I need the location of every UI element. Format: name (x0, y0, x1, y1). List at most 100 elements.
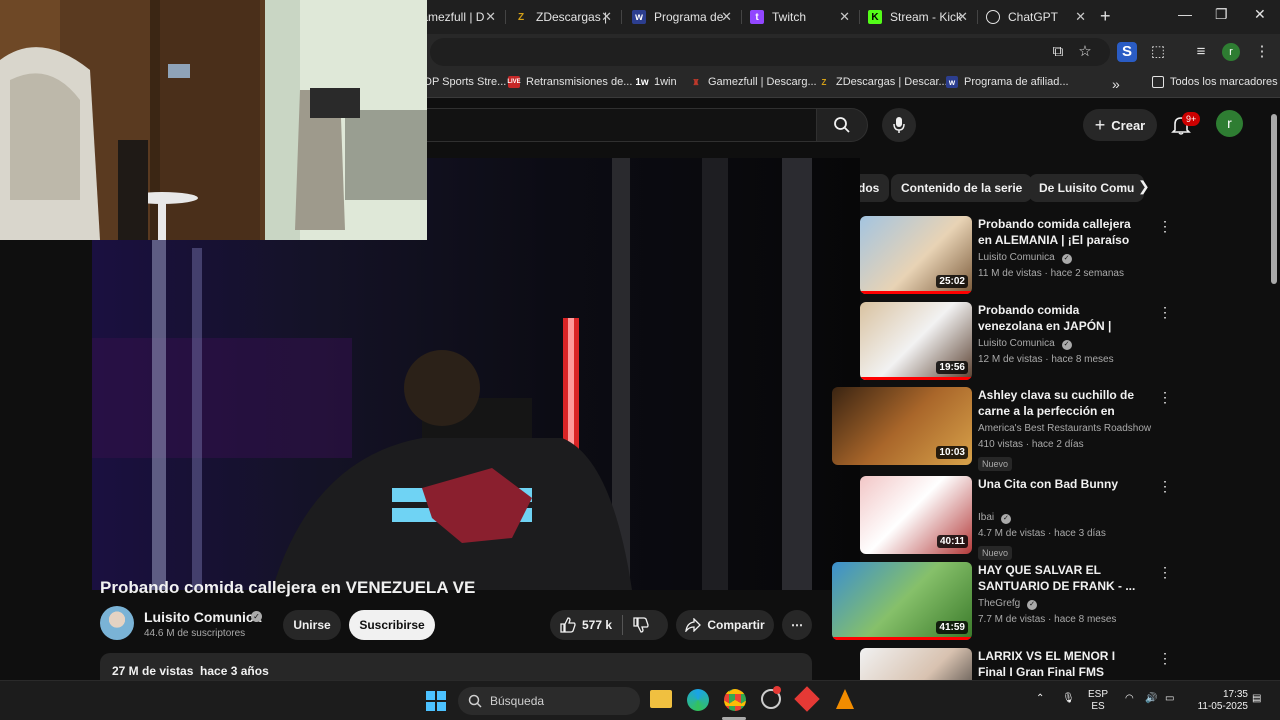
page-scrollbar[interactable] (1268, 98, 1280, 680)
chip-series-content[interactable]: Contenido de la serie (891, 174, 1033, 202)
window-close-button[interactable]: ✕ (1254, 6, 1266, 23)
bookmark-gamezfull[interactable]: ♜ Gamezfull | Descarg... (690, 76, 816, 88)
bookmark-zdescargas[interactable]: Z ZDescargas | Descar... (818, 76, 948, 88)
tab-twitch[interactable]: t Twitch ✕ (750, 4, 858, 30)
media-control-icon[interactable]: ≡ (1191, 42, 1211, 62)
more-vert-icon[interactable]: ⋮ (1158, 650, 1172, 667)
chip-todos[interactable]: dos (858, 174, 890, 202)
more-actions-icon[interactable]: ⋯ (782, 610, 812, 640)
share-button[interactable]: Compartir (676, 610, 774, 640)
recommendation-title[interactable]: Una Cita con Bad Bunny (978, 476, 1146, 492)
create-button[interactable]: + Crear (1083, 109, 1157, 141)
video-thumbnail[interactable]: 25:02 (860, 216, 972, 294)
recommendation-item[interactable]: 25:02 Probando comida callejera en ALEMA… (832, 216, 1172, 296)
channel-label: Luisito Comunica (978, 338, 1055, 349)
close-icon[interactable]: ✕ (839, 9, 850, 25)
minimize-button[interactable]: — (1178, 6, 1192, 22)
recommendation-title[interactable]: Probando comida callejera en ALEMANIA | … (978, 216, 1146, 249)
search-placeholder: Búsqueda (490, 694, 545, 708)
voice-search-button[interactable] (882, 108, 916, 142)
close-icon[interactable]: ✕ (721, 9, 732, 25)
microphone-icon[interactable]: 🎙 (1062, 693, 1075, 705)
taskbar-search[interactable]: Búsqueda (458, 687, 640, 715)
wifi-icon[interactable]: ◠ (1125, 693, 1134, 705)
recommendation-title[interactable]: Probando comida venezolana en JAPÓN | ¿A… (978, 302, 1146, 335)
vlc-icon[interactable] (836, 689, 854, 709)
bookmark-star-icon[interactable]: ☆ (1075, 42, 1095, 62)
extension-s-icon[interactable]: S (1117, 42, 1137, 62)
close-icon[interactable]: ✕ (957, 9, 968, 25)
profile-avatar[interactable]: r (1222, 43, 1240, 61)
file-explorer-icon[interactable] (650, 690, 672, 708)
notifications-badge: 9+ (1182, 112, 1201, 126)
recommendation-item[interactable]: 10:03 Ashley clava su cuchillo de carne … (832, 387, 1172, 471)
maximize-button[interactable]: ❐ (1215, 6, 1228, 23)
windows-start-icon[interactable] (426, 691, 446, 711)
volume-icon[interactable]: 🔊 (1145, 693, 1157, 705)
video-thumbnail[interactable]: 19:56 (860, 302, 972, 380)
kick-icon: K (868, 10, 882, 24)
bookmark-1win[interactable]: 1w 1win (635, 76, 676, 88)
more-vert-icon[interactable]: ⋮ (1158, 564, 1172, 581)
bookmark-programa[interactable]: w Programa de afiliad... (946, 76, 1069, 88)
recommendation-title[interactable]: LARRIX VS EL MENOR I Final I Gran Final … (978, 648, 1146, 681)
address-bar[interactable] (430, 38, 1110, 66)
anydesk-icon[interactable] (794, 686, 820, 712)
video-thumbnail[interactable]: 40:11 (860, 476, 972, 554)
like-button[interactable]: 577 k (560, 617, 612, 633)
extensions-puzzle-icon[interactable]: ⬚ (1148, 42, 1168, 62)
more-vert-icon[interactable]: ⋮ (1158, 389, 1172, 406)
kebab-menu-icon[interactable]: ⋮ (1252, 42, 1272, 62)
recommendation-item[interactable]: 41:59 HAY QUE SALVAR EL SANTUARIO DE FRA… (832, 562, 1172, 642)
scrollbar-thumb[interactable] (1271, 114, 1277, 284)
bookmark-retransmisiones[interactable]: LIVE Retransmisiones de... (507, 76, 632, 88)
recommendation-item[interactable]: 19:56 Probando comida venezolana en JAPÓ… (832, 302, 1172, 382)
recommendation-meta: 7.7 M de vistas · hace 8 meses (978, 614, 1117, 625)
recommendation-channel[interactable]: Ibai ✓ (978, 512, 1011, 524)
close-icon[interactable]: ✕ (601, 9, 612, 25)
recommendation-channel[interactable]: TheGrefg ✓ (978, 598, 1038, 610)
search-input[interactable] (390, 108, 816, 142)
account-avatar[interactable]: r (1216, 110, 1243, 137)
chrome-icon[interactable] (724, 689, 746, 711)
close-icon[interactable]: ✕ (485, 9, 496, 25)
more-vert-icon[interactable]: ⋮ (1158, 218, 1172, 235)
install-app-icon[interactable]: ⧉ (1048, 42, 1068, 62)
video-thumbnail[interactable]: 10:03 (832, 387, 972, 465)
channel-avatar[interactable] (100, 606, 134, 640)
recommendation-title[interactable]: HAY QUE SALVAR EL SANTUARIO DE FRANK - .… (978, 562, 1146, 594)
chatgpt-icon (986, 10, 1000, 24)
bookmark-dp-sports[interactable]: DP Sports Stre... (424, 76, 506, 88)
subscribe-button[interactable]: Suscribirse (349, 610, 435, 640)
close-icon[interactable]: ✕ (1075, 9, 1086, 25)
tab-chatgpt[interactable]: ChatGPT ✕ (986, 4, 1094, 30)
search-button[interactable] (816, 108, 868, 142)
bookmarks-overflow-icon[interactable]: » (1112, 76, 1120, 92)
battery-icon[interactable]: ▭ (1165, 693, 1174, 705)
channel-name[interactable]: Luisito Comunica (144, 609, 261, 625)
clock[interactable]: 17:35 11-05-2025 (1188, 689, 1248, 713)
all-bookmarks[interactable]: Todos los marcadores (1152, 76, 1278, 88)
1win-icon: 1w (635, 76, 649, 88)
more-vert-icon[interactable]: ⋮ (1158, 478, 1172, 495)
recommendation-channel[interactable]: Luisito Comunica ✓ (978, 338, 1072, 350)
notification-center-icon[interactable]: ▤ (1252, 693, 1261, 705)
recommendation-channel[interactable]: Luisito Comunica ✓ (978, 252, 1072, 264)
chevron-right-icon[interactable]: ❯ (1138, 178, 1150, 195)
edge-icon[interactable] (687, 689, 709, 711)
recommendation-channel[interactable]: America's Best Restaurants Roadshow ✓ (978, 423, 1151, 434)
video-thumbnail[interactable]: 41:59 (832, 562, 972, 640)
more-vert-icon[interactable]: ⋮ (1158, 304, 1172, 321)
join-button[interactable]: Unirse (283, 610, 341, 640)
new-tab-button[interactable]: + (1100, 6, 1111, 27)
chip-from-channel[interactable]: De Luisito Comu (1029, 174, 1145, 202)
tab-zdescargas[interactable]: Z ZDescargas | ✕ (514, 4, 620, 30)
tab-title: Programa de (654, 10, 724, 24)
tab-programa[interactable]: w Programa de ✕ (632, 4, 740, 30)
thumbs-down-icon[interactable] (633, 617, 649, 633)
recommendation-item[interactable]: 40:11 Una Cita con Bad Bunny Ibai ✓ 4.7 … (832, 476, 1172, 560)
chevron-up-icon[interactable]: ⌃ (1036, 693, 1044, 705)
recommendation-title[interactable]: Ashley clava su cuchillo de carne a la p… (978, 387, 1146, 420)
language-indicator[interactable]: ESP ES (1088, 689, 1108, 713)
tab-kick[interactable]: K Stream - Kick ✕ (868, 4, 976, 30)
